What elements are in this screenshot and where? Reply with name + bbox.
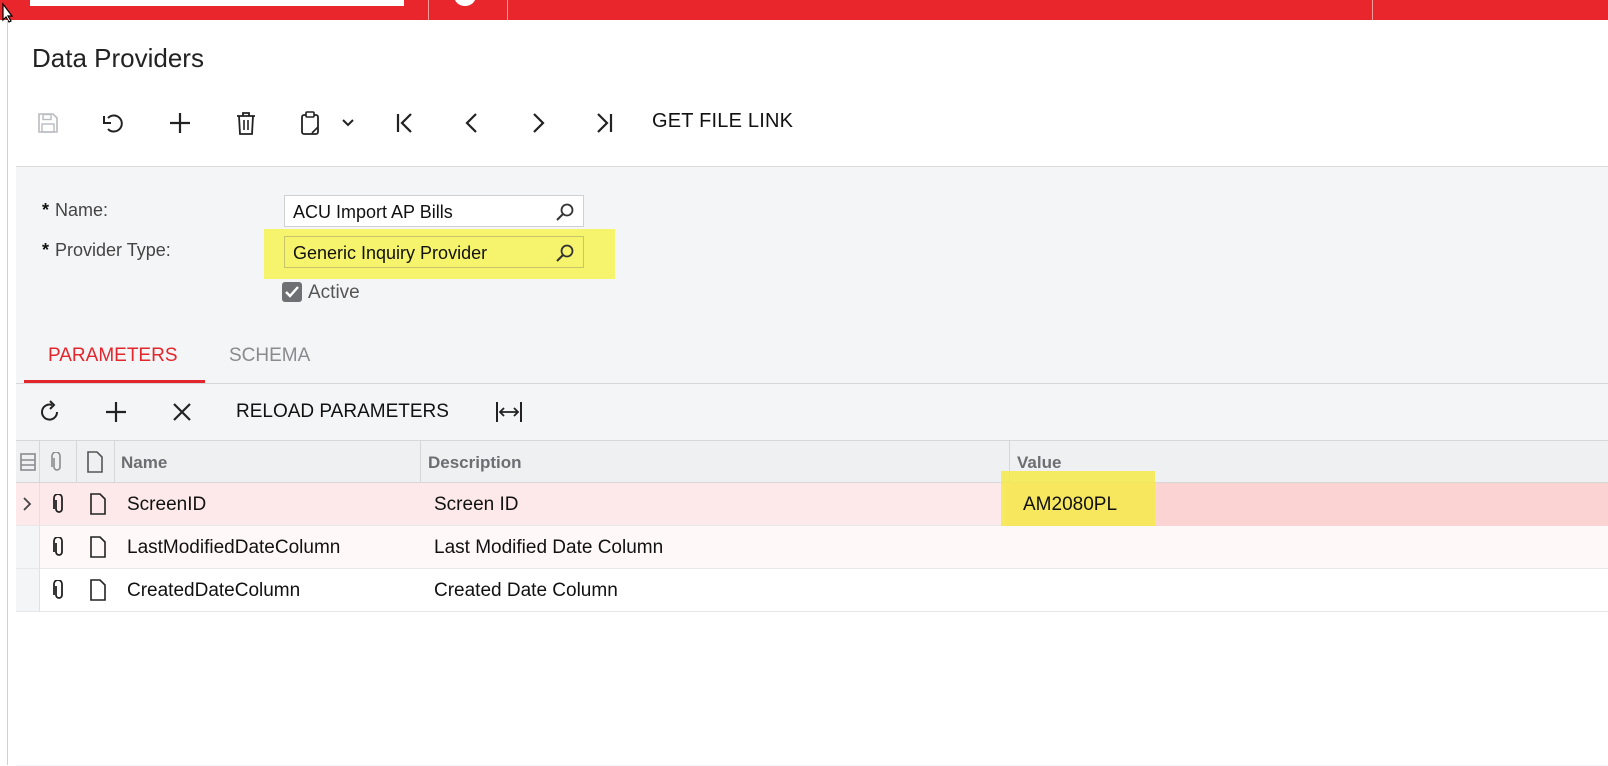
tab-schema[interactable]: SCHEMA <box>229 345 310 367</box>
chevron-down-icon <box>342 119 354 127</box>
refresh-button[interactable] <box>36 395 64 429</box>
note-header-icon <box>87 451 103 473</box>
table-row[interactable]: LastModifiedDateColumn Last Modified Dat… <box>16 526 1608 569</box>
note-icon[interactable] <box>89 493 107 515</box>
topbar-divider <box>507 0 508 20</box>
clipboard-button[interactable] <box>296 106 326 140</box>
grid-header: Name Description Value <box>16 440 1608 484</box>
note-icon[interactable] <box>89 579 107 601</box>
column-divider <box>76 441 77 484</box>
provider-type-field-value: Generic Inquiry Provider <box>293 243 488 263</box>
cell-name[interactable]: CreatedDateColumn <box>127 580 300 602</box>
plus-icon <box>170 113 190 133</box>
save-icon <box>38 113 58 133</box>
first-record-button[interactable] <box>392 106 420 140</box>
column-header-description[interactable]: Description <box>428 453 522 473</box>
name-field[interactable]: ACU Import AP Bills <box>284 195 584 227</box>
cell-description[interactable]: Last Modified Date Column <box>434 537 663 559</box>
fit-columns-button[interactable] <box>494 395 524 429</box>
row-selector-header-icon[interactable] <box>20 452 36 472</box>
parameters-grid: Name Description Value ScreenID Screen I… <box>16 440 1608 613</box>
refresh-icon <box>41 400 59 421</box>
lookup-search-icon[interactable] <box>555 202 575 222</box>
cell-name[interactable]: ScreenID <box>127 494 206 516</box>
page-title: Data Providers <box>32 43 204 73</box>
required-mark: * <box>42 240 50 260</box>
row-selector[interactable] <box>16 569 40 611</box>
last-record-button[interactable] <box>589 106 617 140</box>
row-selector[interactable] <box>16 483 40 525</box>
attachment-header-icon <box>51 452 61 471</box>
required-mark: * <box>42 200 50 220</box>
add-button[interactable] <box>166 106 194 140</box>
add-row-button[interactable] <box>102 395 130 429</box>
undo-button[interactable] <box>100 106 128 140</box>
help-icon[interactable] <box>454 0 476 6</box>
column-divider <box>39 441 40 484</box>
get-file-link-button[interactable]: GET FILE LINK <box>652 110 793 133</box>
tab-parameters[interactable]: PARAMETERS <box>48 345 178 367</box>
global-search-input[interactable] <box>30 0 404 6</box>
note-icon[interactable] <box>89 536 107 558</box>
row-selector[interactable] <box>16 526 40 568</box>
reload-parameters-button[interactable]: RELOAD PARAMETERS <box>236 401 449 423</box>
last-record-icon <box>597 113 613 133</box>
trash-icon <box>237 112 255 135</box>
clipboard-dropdown-button[interactable] <box>338 106 358 140</box>
provider-type-label-text: Provider Type: <box>55 240 171 260</box>
paperclip-icon[interactable] <box>52 580 66 600</box>
paperclip-icon[interactable] <box>52 494 66 514</box>
cell-description[interactable]: Screen ID <box>434 494 518 516</box>
table-row[interactable]: CreatedDateColumn Created Date Column <box>16 569 1608 612</box>
grid-empty-area <box>16 612 1608 765</box>
paperclip-icon[interactable] <box>52 537 66 557</box>
active-label: Active <box>308 282 360 303</box>
column-header-name[interactable]: Name <box>121 453 167 473</box>
clipboard-icon <box>301 111 319 135</box>
column-divider <box>420 441 421 484</box>
save-button[interactable] <box>34 106 62 140</box>
checkmark-icon <box>285 286 299 298</box>
name-field-value: ACU Import AP Bills <box>293 202 453 222</box>
chevron-right-icon <box>533 113 545 133</box>
delete-button[interactable] <box>232 106 260 140</box>
close-icon <box>173 403 191 421</box>
cell-name[interactable]: LastModifiedDateColumn <box>127 537 340 559</box>
undo-icon <box>103 114 123 133</box>
top-navigation-bar <box>0 0 1608 20</box>
name-label: * Name: <box>42 200 108 221</box>
page-left-border <box>7 20 8 765</box>
name-label-text: Name: <box>55 200 109 220</box>
first-record-icon <box>396 113 412 133</box>
active-checkbox[interactable] <box>282 282 302 302</box>
column-divider <box>114 441 115 484</box>
topbar-divider <box>428 0 429 20</box>
chevron-left-icon <box>465 113 477 133</box>
hand-cursor-icon <box>2 2 14 23</box>
topbar-divider <box>1372 0 1373 20</box>
provider-type-field[interactable]: Generic Inquiry Provider <box>284 236 584 268</box>
column-header-value[interactable]: Value <box>1017 453 1061 473</box>
provider-type-label: * Provider Type: <box>42 240 171 261</box>
table-row[interactable]: ScreenID Screen ID AM2080PL <box>16 471 1608 541</box>
fit-width-icon <box>496 402 522 422</box>
cell-description[interactable]: Created Date Column <box>434 580 618 602</box>
plus-icon <box>106 402 126 422</box>
next-record-button[interactable] <box>524 106 552 140</box>
lookup-search-icon[interactable] <box>555 243 575 263</box>
cell-value[interactable]: AM2080PL <box>1023 494 1117 516</box>
delete-row-button[interactable] <box>168 395 196 429</box>
chevron-right-icon <box>23 497 32 511</box>
tabs-divider <box>16 383 1608 384</box>
previous-record-button[interactable] <box>458 106 486 140</box>
